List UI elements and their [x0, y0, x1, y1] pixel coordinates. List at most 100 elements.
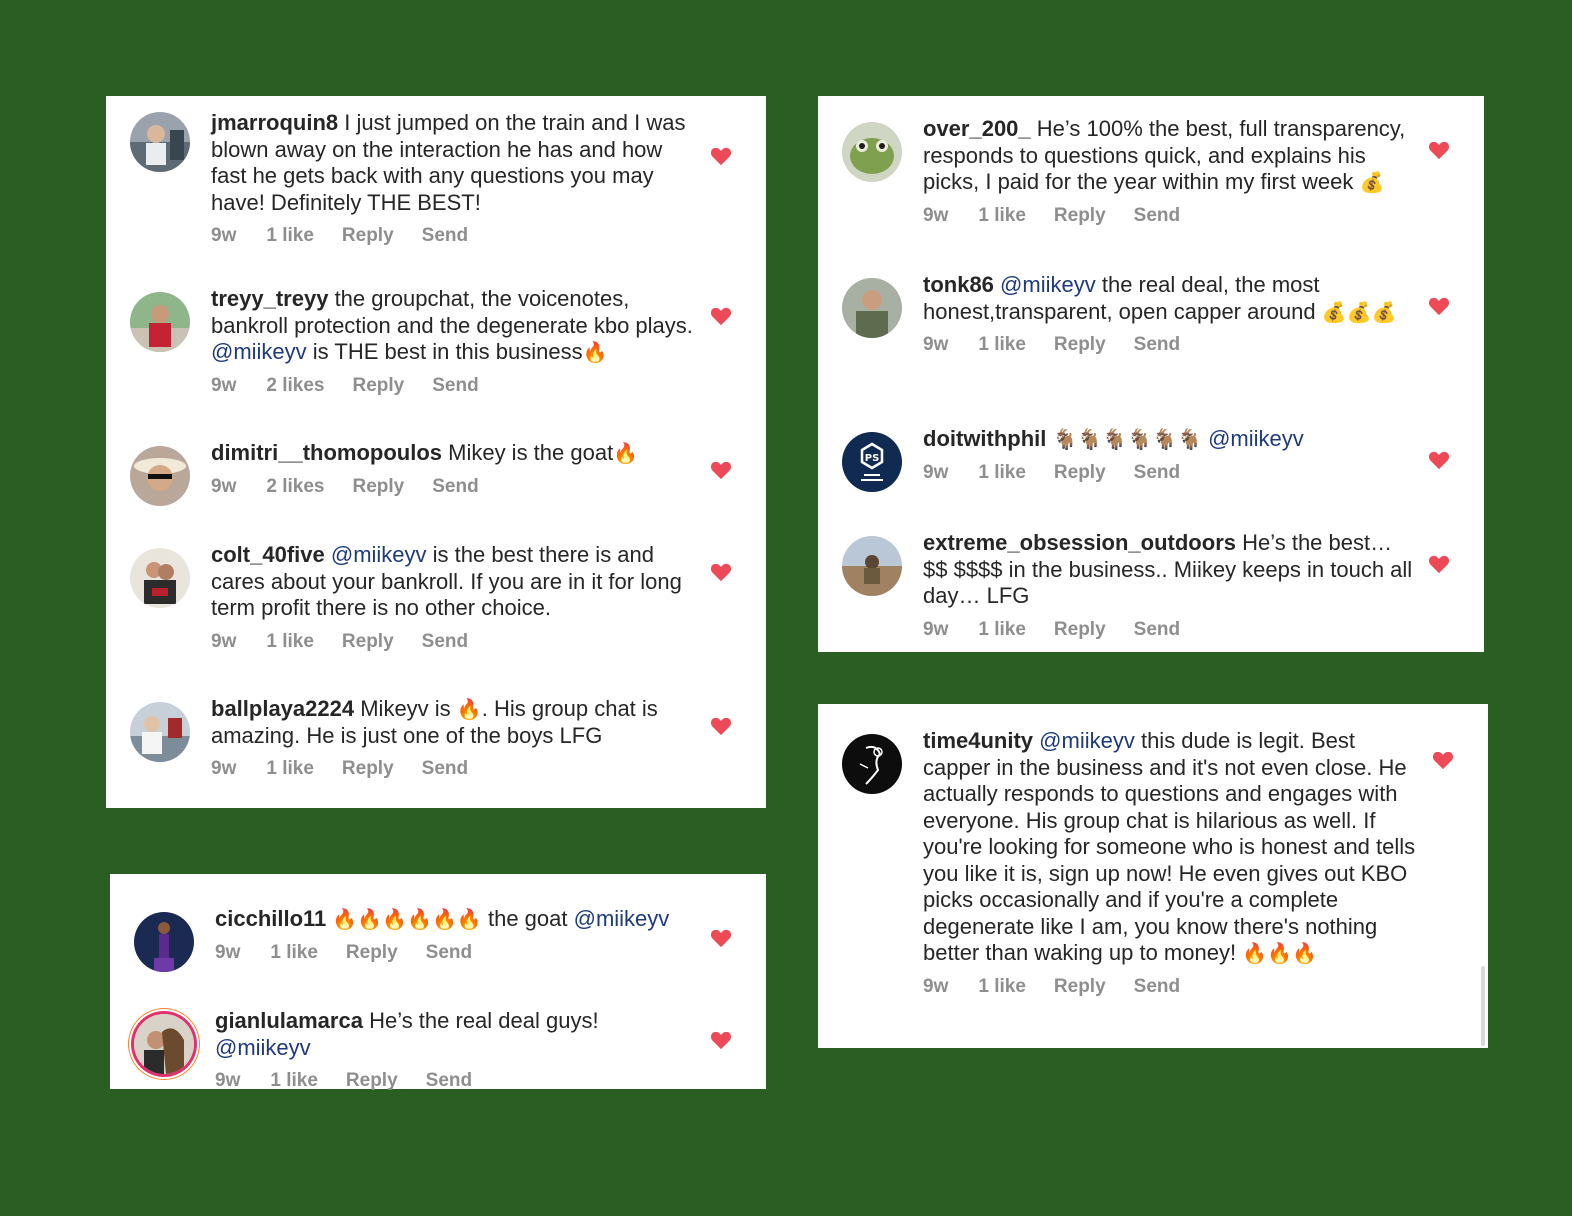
reply-button[interactable]: Reply — [1054, 619, 1106, 640]
heart-icon[interactable] — [1432, 750, 1454, 770]
send-button[interactable]: Send — [432, 375, 478, 396]
send-button[interactable]: Send — [1134, 976, 1180, 997]
comment-meta: 9w 1 like Reply Send — [923, 332, 1414, 359]
username[interactable]: cicchillo11 — [215, 906, 326, 931]
avatar[interactable] — [842, 536, 902, 596]
fire-emoji: 🔥🔥🔥 — [1242, 941, 1317, 965]
mention-link[interactable]: @miikeyv — [211, 339, 307, 364]
heart-icon[interactable] — [710, 1030, 732, 1050]
comment-text: this dude is legit. Best capper in the b… — [923, 728, 1416, 965]
send-button[interactable]: Send — [1134, 334, 1180, 355]
reply-button[interactable]: Reply — [1054, 334, 1106, 355]
reply-button[interactable]: Reply — [346, 942, 398, 963]
mention-link[interactable]: @miikeyv — [574, 906, 670, 931]
fire-emoji: 🔥🔥🔥🔥🔥🔥 — [332, 907, 482, 931]
scrollbar[interactable] — [1481, 966, 1485, 1046]
avatar[interactable]: PS — [842, 432, 902, 492]
comment-body: cicchillo11 🔥🔥🔥🔥🔥🔥 the goat @miikeyv 9w 1… — [215, 906, 696, 966]
send-button[interactable]: Send — [432, 476, 478, 497]
send-button[interactable]: Send — [1134, 462, 1180, 483]
avatar[interactable] — [134, 912, 194, 972]
heart-icon[interactable] — [710, 928, 732, 948]
likes-count[interactable]: 1 like — [270, 1070, 318, 1091]
heart-icon[interactable] — [1428, 140, 1450, 160]
likes-count[interactable]: 2 likes — [266, 375, 324, 396]
reply-button[interactable]: Reply — [1054, 976, 1106, 997]
comment-time: 9w — [211, 225, 237, 246]
likes-count[interactable]: 1 like — [978, 205, 1026, 226]
username[interactable]: colt_40five — [211, 542, 325, 567]
username[interactable]: treyy_treyy — [211, 286, 328, 311]
heart-icon[interactable] — [1428, 554, 1450, 574]
mention-link[interactable]: @miikeyv — [215, 1035, 311, 1060]
likes-count[interactable]: 1 like — [978, 976, 1026, 997]
avatar[interactable] — [842, 278, 902, 338]
username[interactable]: tonk86 — [923, 272, 994, 297]
username[interactable]: jmarroquin8 — [211, 110, 338, 135]
comment-meta: 9w 1 like Reply Send — [923, 617, 1414, 644]
heart-icon[interactable] — [710, 716, 732, 736]
avatar[interactable] — [130, 112, 190, 172]
reply-button[interactable]: Reply — [346, 1070, 398, 1091]
likes-count[interactable]: 1 like — [266, 758, 314, 779]
reply-button[interactable]: Reply — [342, 631, 394, 652]
reply-button[interactable]: Reply — [342, 225, 394, 246]
mention-link[interactable]: @miikeyv — [1000, 272, 1096, 297]
comment-time: 9w — [211, 475, 237, 497]
comment-body: doitwithphil 🐐🐐🐐🐐🐐🐐 @miikeyv 9w 1 like Rep… — [923, 426, 1414, 486]
avatar[interactable] — [130, 702, 190, 762]
comment-body: extreme_obsession_outdoors He’s the best… — [923, 530, 1414, 643]
mention-link[interactable]: @miikeyv — [331, 542, 427, 567]
send-button[interactable]: Send — [1134, 205, 1180, 226]
reply-button[interactable]: Reply — [1054, 205, 1106, 226]
likes-count[interactable]: 2 likes — [266, 476, 324, 497]
heart-icon[interactable] — [1428, 296, 1450, 316]
username[interactable]: time4unity — [923, 728, 1033, 753]
username[interactable]: over_200_ — [923, 116, 1031, 141]
reply-button[interactable]: Reply — [342, 758, 394, 779]
comment-time: 9w — [923, 461, 949, 483]
comment-time: 9w — [211, 630, 237, 652]
reply-button[interactable]: Reply — [352, 375, 404, 396]
likes-count[interactable]: 1 like — [266, 225, 314, 246]
avatar[interactable] — [842, 734, 902, 794]
avatar[interactable] — [130, 292, 190, 352]
username[interactable]: doitwithphil — [923, 426, 1046, 451]
avatar[interactable] — [134, 1014, 194, 1074]
send-button[interactable]: Send — [1134, 619, 1180, 640]
send-button[interactable]: Send — [422, 631, 468, 652]
comment-text: Mikey is the goat — [448, 440, 614, 465]
likes-count[interactable]: 1 like — [978, 619, 1026, 640]
avatar[interactable] — [130, 548, 190, 608]
send-button[interactable]: Send — [422, 758, 468, 779]
likes-count[interactable]: 1 like — [978, 462, 1026, 483]
send-button[interactable]: Send — [426, 942, 472, 963]
reply-button[interactable]: Reply — [352, 476, 404, 497]
comment-body: gianlulamarca He’s the real deal guys! @… — [215, 1008, 696, 1095]
send-button[interactable]: Send — [422, 225, 468, 246]
comment-body: treyy_treyy the groupchat, the voicenote… — [211, 286, 696, 399]
comment-body: ballplaya2224 Mikeyv is 🔥. His group cha… — [211, 696, 696, 783]
heart-icon[interactable] — [710, 562, 732, 582]
username[interactable]: gianlulamarca — [215, 1008, 363, 1033]
mention-link[interactable]: @miikeyv — [1208, 426, 1304, 451]
heart-icon[interactable] — [710, 306, 732, 326]
fire-emoji: 🔥 — [456, 697, 482, 721]
likes-count[interactable]: 1 like — [270, 942, 318, 963]
fire-emoji: 🔥 — [582, 340, 608, 364]
likes-count[interactable]: 1 like — [266, 631, 314, 652]
likes-count[interactable]: 1 like — [978, 334, 1026, 355]
reply-button[interactable]: Reply — [1054, 462, 1106, 483]
avatar[interactable] — [130, 446, 190, 506]
comment-time: 9w — [215, 1070, 241, 1091]
send-button[interactable]: Send — [426, 1070, 472, 1091]
username[interactable]: extreme_obsession_outdoors — [923, 530, 1236, 555]
heart-icon[interactable] — [710, 460, 732, 480]
heart-icon[interactable] — [710, 146, 732, 166]
username[interactable]: dimitri__thomopoulos — [211, 440, 442, 465]
avatar[interactable] — [842, 122, 902, 182]
mention-link[interactable]: @miikeyv — [1039, 728, 1135, 753]
heart-icon[interactable] — [1428, 450, 1450, 470]
comment-meta: 9w 1 like Reply Send — [923, 203, 1414, 230]
username[interactable]: ballplaya2224 — [211, 696, 354, 721]
